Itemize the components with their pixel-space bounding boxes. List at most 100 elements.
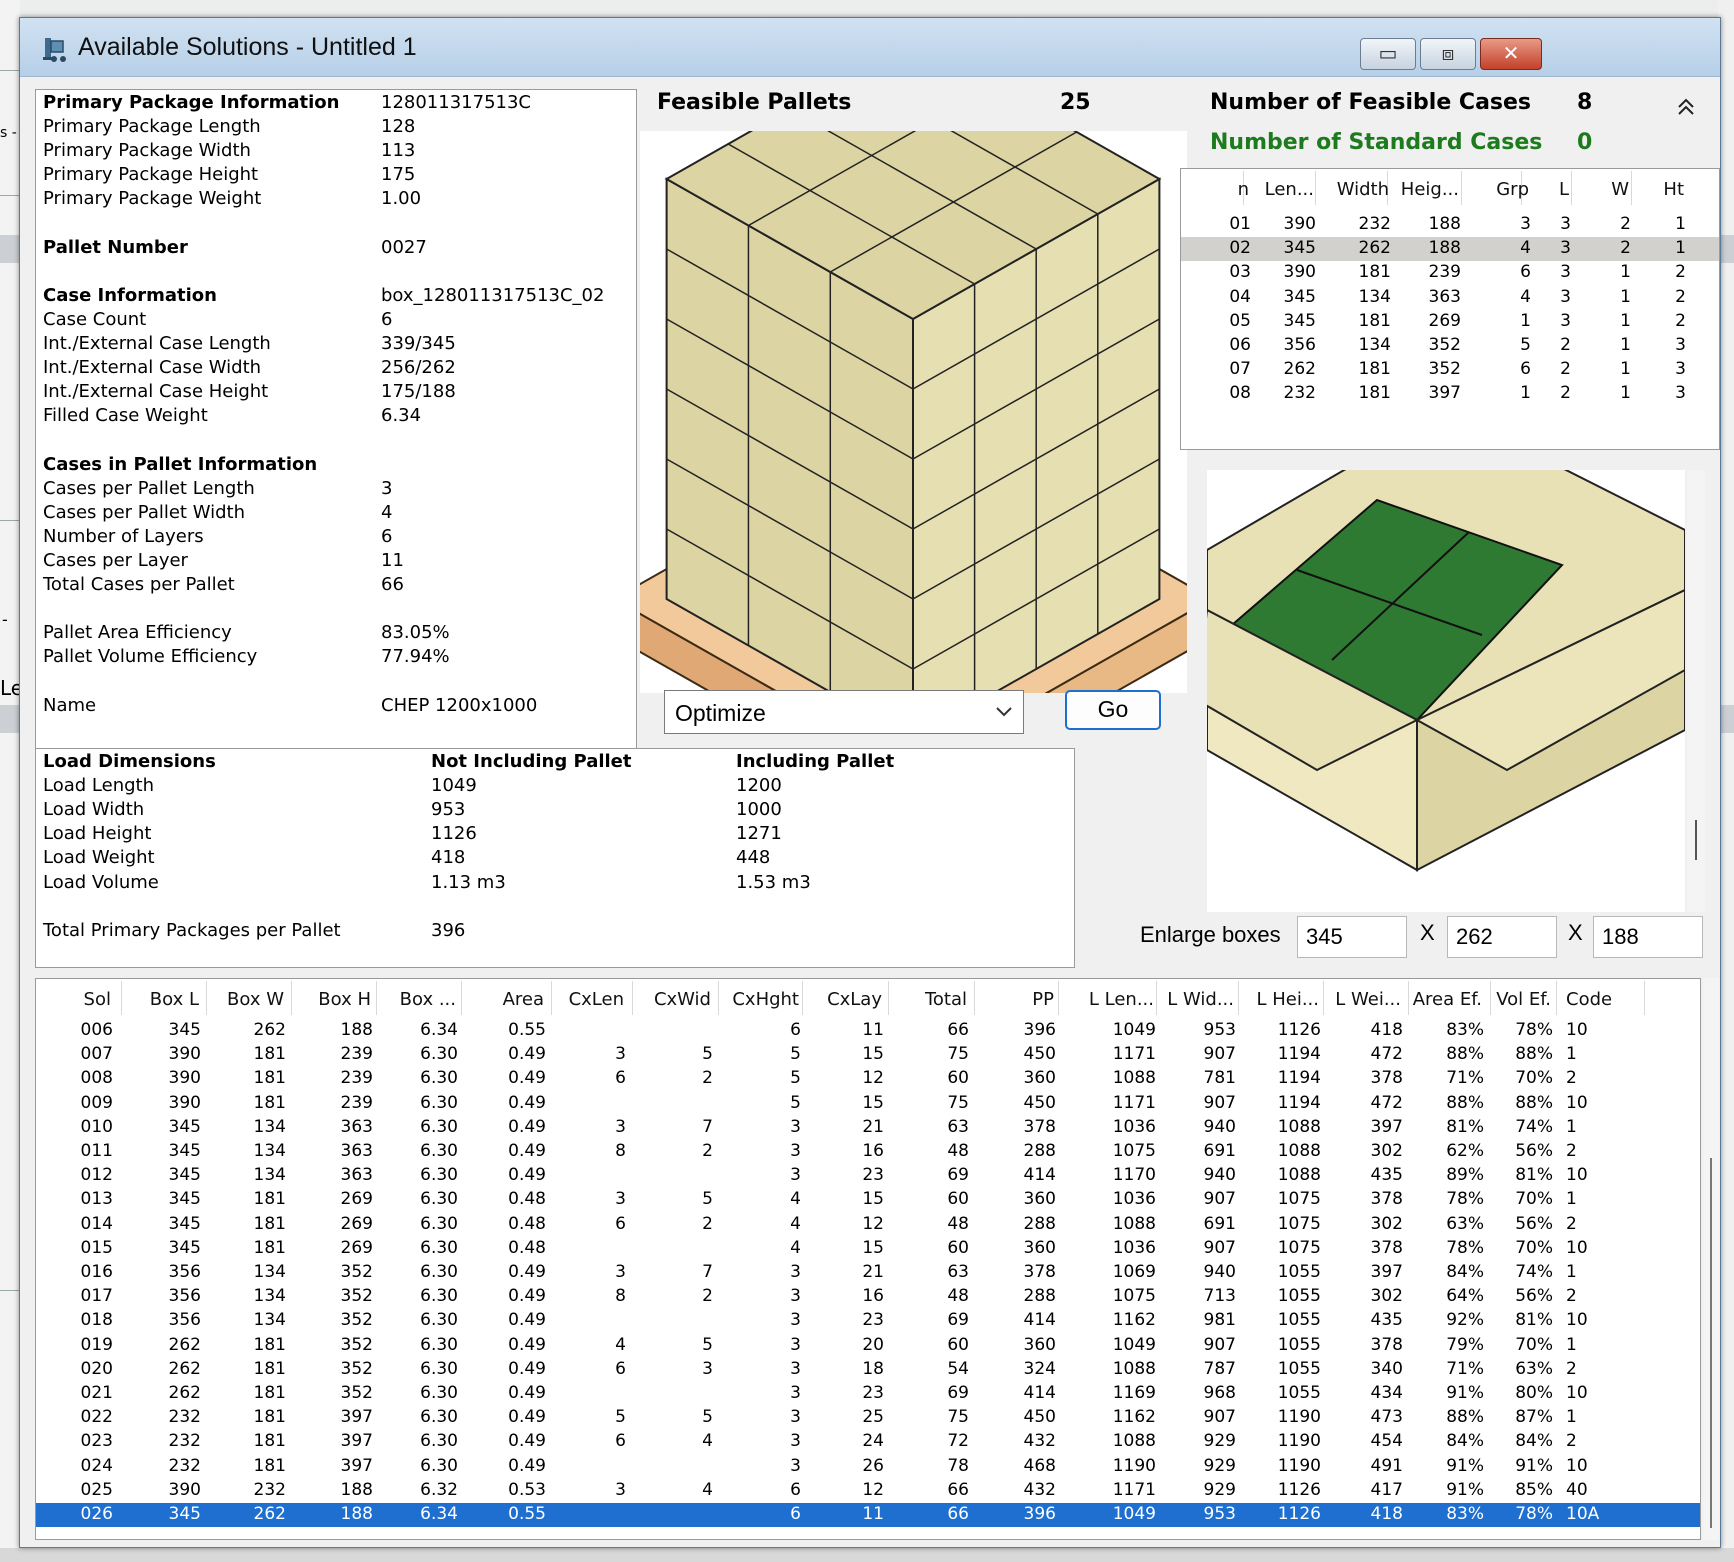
solutions-row[interactable]: 018 356 134 352 6.30 0.49 3 23 69 414 1162 981 1055 4…: [36, 1309, 1700, 1333]
case-table-row[interactable]: 06 356 134 352 5 2 1 3: [1181, 334, 1719, 358]
solutions-header[interactable]: Code: [1566, 989, 1612, 1010]
solutions-cell: 390: [168, 1479, 201, 1500]
solutions-header[interactable]: Area: [503, 989, 544, 1010]
solutions-row[interactable]: 013 345 181 269 6.30 0.48 3 5 4 15 60 360 1036 907 107…: [36, 1188, 1700, 1212]
solutions-row[interactable]: 015 345 181 269 6.30 0.48 4 15 60 360 1036 907 1075 3…: [36, 1237, 1700, 1261]
solutions-scrollbar[interactable]: [1703, 978, 1719, 1540]
case-table-header[interactable]: L: [1559, 179, 1569, 200]
solutions-row[interactable]: 017 356 134 352 6.30 0.49 8 2 3 16 48 288 1075 713 105…: [36, 1285, 1700, 1309]
scrollbar-thumb[interactable]: [1695, 820, 1697, 860]
case-table-row[interactable]: 01 390 232 188 3 3 2 1: [1181, 213, 1719, 237]
info-value: 11: [381, 549, 404, 571]
load-including-value: 1200: [736, 775, 782, 797]
solutions-header[interactable]: PP: [1032, 989, 1054, 1010]
case-3d-view[interactable]: [1195, 408, 1686, 912]
case-table-row[interactable]: 03 390 181 239 6 3 1 2: [1181, 261, 1719, 285]
solutions-row[interactable]: 019 262 181 352 6.30 0.49 4 5 3 20 60 360 1049 907 105…: [36, 1334, 1700, 1358]
solutions-header[interactable]: Box L: [150, 989, 199, 1010]
case-table-header[interactable]: W: [1611, 179, 1629, 200]
solutions-table[interactable]: Sol Box L Box W Box H Box ... Area CxLen CxWid C…: [35, 978, 1701, 1540]
solutions-cell: 181: [253, 1044, 286, 1065]
solutions-row[interactable]: 022 232 181 397 6.30 0.49 5 5 3 25 75 450 1162 907 119…: [36, 1406, 1700, 1430]
solutions-header[interactable]: Vol Ef.: [1496, 989, 1551, 1010]
solutions-cell: 81%: [1515, 1310, 1553, 1331]
solutions-header[interactable]: CxHght: [732, 989, 799, 1010]
solutions-row[interactable]: 020 262 181 352 6.30 0.49 6 3 3 18 54 324 1088 787 105…: [36, 1358, 1700, 1382]
solutions-cell: 414: [1023, 1383, 1056, 1403]
solutions-row[interactable]: 009 390 181 239 6.30 0.49 5 15 75 450 1171 907 1194 4…: [36, 1092, 1700, 1116]
minimize-icon: ▭: [1378, 41, 1398, 65]
solutions-cell: 15: [862, 1237, 884, 1258]
enlarge-x-separator: X: [1568, 920, 1583, 945]
solutions-header[interactable]: Area Ef.: [1413, 989, 1482, 1010]
solutions-cell: 929: [1203, 1479, 1236, 1500]
case-table-row[interactable]: 08 232 181 397 1 2 1 3: [1181, 382, 1719, 406]
solutions-row[interactable]: 025 390 232 188 6.32 0.53 3 4 6 12 66 432 1171 929 112…: [36, 1479, 1700, 1503]
solutions-row[interactable]: 011 345 134 363 6.30 0.49 8 2 3 16 48 288 1075 691 108…: [36, 1140, 1700, 1164]
solutions-row[interactable]: 010 345 134 363 6.30 0.49 3 7 3 21 63 378 1036 940 108…: [36, 1116, 1700, 1140]
solutions-header[interactable]: Box H: [318, 989, 371, 1010]
case-view-scrollbar[interactable]: [1687, 470, 1705, 912]
case-table-header[interactable]: Ht: [1663, 179, 1684, 200]
case-table-header[interactable]: n: [1238, 179, 1249, 200]
case-table-row[interactable]: 02 345 262 188 4 3 2 1: [1181, 237, 1719, 262]
solutions-row[interactable]: 007 390 181 239 6.30 0.49 3 5 5 15 75 450 1171 907 119…: [36, 1043, 1700, 1067]
solutions-cell: 54: [947, 1358, 969, 1379]
solutions-header[interactable]: L Wid...: [1167, 989, 1234, 1010]
case-table-header[interactable]: Grp: [1496, 179, 1529, 200]
solutions-cell: 356: [168, 1262, 201, 1282]
solutions-header[interactable]: CxWid: [654, 989, 711, 1010]
solutions-header[interactable]: Box ...: [400, 989, 456, 1010]
scroll-up-icon[interactable]: [1676, 96, 1696, 120]
solutions-header[interactable]: CxLen: [569, 989, 624, 1010]
solutions-row[interactable]: 008 390 181 239 6.30 0.49 6 2 5 12 60 360 1088 781 119…: [36, 1067, 1700, 1091]
solutions-cell: 181: [253, 1189, 286, 1210]
solutions-cell: 12: [862, 1068, 884, 1089]
solutions-cell: 024: [80, 1455, 113, 1476]
solutions-cell: 66: [947, 1479, 969, 1500]
case-table-row[interactable]: 07 262 181 352 6 2 1 3: [1181, 358, 1719, 382]
solutions-row[interactable]: 023 232 181 397 6.30 0.49 6 4 3 24 72 432 1088 929 119…: [36, 1430, 1700, 1454]
solutions-header[interactable]: L Wei...: [1335, 989, 1401, 1010]
solutions-header[interactable]: Total: [925, 989, 967, 1010]
solutions-cell: 60: [947, 1237, 969, 1258]
solutions-header[interactable]: L Hei...: [1256, 989, 1319, 1010]
solutions-row[interactable]: 006 345 262 188 6.34 0.55 6 11 66 396 1049 953 1126 4…: [36, 1019, 1700, 1043]
case-table-header[interactable]: Len...: [1265, 179, 1314, 200]
solutions-cell: 75: [947, 1407, 969, 1428]
case-table-row[interactable]: 04 345 134 363 4 3 1 2: [1181, 286, 1719, 310]
case-table-header[interactable]: Heig...: [1401, 179, 1459, 200]
solutions-row[interactable]: 012 345 134 363 6.30 0.49 3 23 69 414 1170 940 1088 4…: [36, 1164, 1700, 1188]
enlarge-width-input[interactable]: [1447, 916, 1557, 958]
go-button[interactable]: Go: [1065, 690, 1161, 730]
solutions-cell: 1049: [1112, 1334, 1156, 1355]
enlarge-height-input[interactable]: [1593, 916, 1703, 958]
solutions-header[interactable]: L Len...: [1089, 989, 1154, 1010]
close-button[interactable]: ✕: [1480, 38, 1542, 70]
minimize-button[interactable]: ▭: [1360, 38, 1416, 70]
title-bar[interactable]: Available Solutions - Untitled 1 ▭ ⧈ ✕: [20, 18, 1720, 77]
solutions-cell: 232: [168, 1455, 201, 1476]
solutions-header[interactable]: CxLay: [827, 989, 882, 1010]
solutions-header[interactable]: Box W: [227, 989, 284, 1010]
pallet-3d-view[interactable]: [611, 37, 1215, 809]
enlarge-length-input[interactable]: [1297, 916, 1407, 958]
scrollbar-thumb[interactable]: [1710, 1158, 1712, 1528]
optimize-select[interactable]: Optimize: [664, 690, 1024, 734]
solutions-row[interactable]: 016 356 134 352 6.30 0.49 3 7 3 21 63 378 1069 940 105…: [36, 1261, 1700, 1285]
solutions-cell: 6.30: [420, 1213, 458, 1234]
solutions-cell: 418: [1370, 1504, 1403, 1524]
solutions-cell: 80%: [1515, 1383, 1553, 1403]
case-table-cell: 1: [1620, 359, 1631, 380]
solutions-row[interactable]: 026 345 262 188 6.34 0.55 6 11 66 396 1049 953 1126 4…: [36, 1503, 1700, 1527]
solutions-row[interactable]: 014 345 181 269 6.30 0.48 6 2 4 12 48 288 1088 691 107…: [36, 1213, 1700, 1237]
close-icon: ✕: [1502, 41, 1520, 65]
solutions-row[interactable]: 024 232 181 397 6.30 0.49 3 26 78 468 1190 929 1190 4…: [36, 1455, 1700, 1479]
solutions-header[interactable]: Sol: [84, 989, 111, 1010]
solutions-row[interactable]: 021 262 181 352 6.30 0.49 3 23 69 414 1169 968 1055 4…: [36, 1382, 1700, 1406]
maximize-button[interactable]: ⧈: [1420, 38, 1476, 70]
case-table[interactable]: n Len... Width Heig... Grp L W Ht 01 390 232 188 3 3 2…: [1180, 168, 1720, 450]
case-table-cell: 239: [1428, 262, 1461, 283]
case-table-row[interactable]: 05 345 181 269 1 3 1 2: [1181, 310, 1719, 334]
case-table-header[interactable]: Width: [1337, 179, 1389, 200]
